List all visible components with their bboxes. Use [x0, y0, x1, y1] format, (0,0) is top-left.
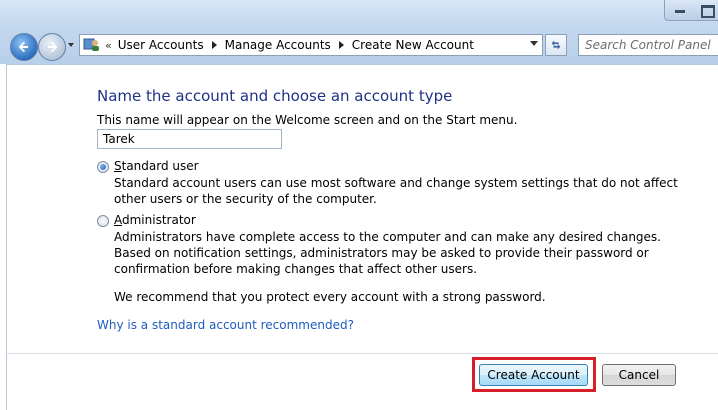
standard-user-label[interactable]: Standard user	[114, 159, 199, 173]
user-accounts-icon	[83, 37, 101, 53]
forward-button[interactable]	[38, 33, 66, 61]
create-account-button[interactable]: Create Account	[479, 364, 588, 386]
breadcrumb-create-new-account[interactable]: Create New Account	[352, 38, 474, 52]
breadcrumb-manage-accounts[interactable]: Manage Accounts	[225, 38, 331, 52]
cancel-button[interactable]: Cancel	[602, 364, 676, 386]
account-name-input[interactable]	[97, 129, 282, 149]
arrow-right-icon	[48, 41, 58, 53]
standard-user-radio[interactable]	[97, 161, 109, 173]
search-input[interactable]: Search Control Panel	[578, 34, 718, 56]
breadcrumb-user-accounts[interactable]: User Accounts	[118, 38, 204, 52]
address-dropdown-icon[interactable]	[530, 41, 538, 46]
minimize-icon[interactable]	[675, 10, 685, 13]
window-controls	[664, 0, 718, 21]
window-chrome: « User Accounts Manage Accounts Create N…	[0, 0, 718, 64]
back-button[interactable]	[10, 33, 38, 61]
refresh-icon	[551, 40, 561, 50]
standard-account-help-link[interactable]: Why is a standard account recommended?	[97, 318, 354, 332]
breadcrumb-separator-icon[interactable]	[211, 41, 217, 49]
refresh-button[interactable]	[545, 34, 567, 56]
password-recommendation: We recommend that you protect every acco…	[114, 290, 546, 304]
arrow-left-icon	[18, 41, 28, 53]
maximize-icon[interactable]	[701, 5, 715, 18]
administrator-radio[interactable]	[97, 215, 109, 227]
recent-pages-dropdown-icon[interactable]	[66, 40, 76, 50]
breadcrumb-separator-icon[interactable]	[338, 41, 344, 49]
name-description: This name will appear on the Welcome scr…	[97, 113, 518, 127]
standard-user-description: Standard account users can use most soft…	[114, 176, 678, 206]
page-title: Name the account and choose an account t…	[97, 87, 453, 105]
breadcrumb-overflow[interactable]: «	[105, 39, 112, 52]
administrator-label[interactable]: Administrator	[114, 213, 196, 227]
administrator-description: Administrators have complete access to t…	[114, 230, 661, 276]
address-bar[interactable]: « User Accounts Manage Accounts Create N…	[79, 34, 543, 56]
footer-divider	[6, 353, 718, 354]
